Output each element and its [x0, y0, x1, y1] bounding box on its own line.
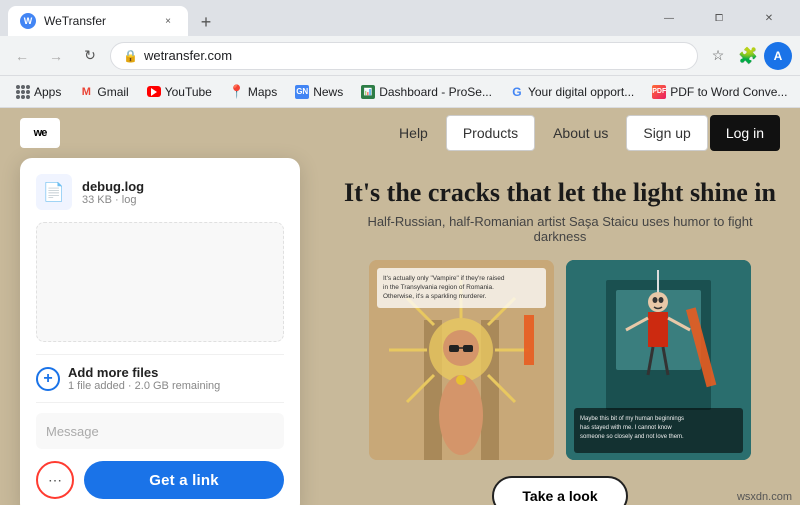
take-look-button[interactable]: Take a look — [492, 476, 627, 505]
page-subheadline: Half-Russian, half-Romanian artist Saşa … — [340, 214, 780, 244]
file-name: debug.log — [82, 179, 284, 194]
webpage: we Help Products About us Sign up Log in… — [0, 108, 800, 505]
bookmark-dashboard[interactable]: 📊 Dashboard - ProSe... — [353, 80, 500, 104]
dashboard-icon: 📊 — [361, 85, 375, 99]
main-content: It's the cracks that let the light shine… — [320, 158, 800, 505]
wt-header: we Help Products About us Sign up Log in — [0, 108, 800, 158]
svg-text:in the Transylvania region of: in the Transylvania region of Romania. — [383, 284, 494, 291]
file-info: debug.log 33 KB · log — [82, 179, 284, 206]
tab-close-button[interactable]: × — [160, 13, 176, 29]
artwork-card-left[interactable]: It's actually only "Vampire" if they're … — [369, 260, 554, 460]
message-input-area[interactable]: Message — [36, 413, 284, 449]
add-more-text-block: Add more files 1 file added · 2.0 GB rem… — [68, 365, 220, 392]
maximize-button[interactable]: ⧠ — [696, 3, 742, 33]
page-headline: It's the cracks that let the light shine… — [344, 178, 776, 208]
add-more-label: Add more files — [68, 365, 220, 380]
title-bar: W WeTransfer × + — ⧠ ✕ — [0, 0, 800, 36]
bookmark-gmail[interactable]: M Gmail — [71, 80, 136, 104]
tab-favicon: W — [20, 13, 36, 29]
options-button[interactable]: ⋯ — [36, 461, 74, 499]
bookmark-gmail-label: Gmail — [97, 85, 128, 99]
svg-text:someone so closely and not lov: someone so closely and not love them. — [580, 434, 684, 440]
artwork-row: It's actually only "Vampire" if they're … — [369, 260, 751, 460]
tab-title: WeTransfer — [44, 14, 152, 28]
wt-logo-text: we — [34, 127, 47, 139]
file-type-separator: · — [115, 194, 122, 206]
pdf-icon: PDF — [652, 85, 666, 99]
bookmark-apps-label: Apps — [34, 85, 61, 99]
star-button[interactable]: ☆ — [704, 42, 732, 70]
svg-text:It's actually only "Vampire" i: It's actually only "Vampire" if they're … — [383, 275, 505, 282]
lock-icon: 🔒 — [123, 49, 138, 63]
bookmark-pdf-label: PDF to Word Conve... — [670, 85, 787, 99]
refresh-button[interactable]: ↻ — [76, 42, 104, 70]
bookmark-news[interactable]: GN News — [287, 80, 351, 104]
svg-text:Maybe this bit of my human beg: Maybe this bit of my human beginnings — [580, 416, 684, 422]
svg-text:Otherwise, it's a sparkling mu: Otherwise, it's a sparkling murderer. — [383, 293, 487, 300]
nav-icons: ☆ 🧩 A — [704, 42, 792, 70]
bookmark-maps[interactable]: 📍 Maps — [222, 80, 285, 104]
bookmark-youtube[interactable]: YouTube — [139, 80, 220, 104]
about-nav-button[interactable]: About us — [537, 115, 624, 151]
maps-icon: 📍 — [230, 85, 244, 99]
products-nav-button[interactable]: Products — [446, 115, 535, 151]
bookmark-google[interactable]: G Your digital opport... — [502, 80, 642, 104]
google-icon: G — [510, 85, 524, 99]
help-nav-button[interactable]: Help — [383, 115, 444, 151]
file-type-icon: 📄 — [36, 174, 72, 210]
status-bar: wsxdn.com — [729, 489, 800, 505]
file-meta: 33 KB · log — [82, 194, 284, 206]
bookmark-dashboard-label: Dashboard - ProSe... — [379, 85, 492, 99]
file-preview-area — [36, 222, 284, 342]
bookmark-maps-label: Maps — [248, 85, 277, 99]
active-tab[interactable]: W WeTransfer × — [8, 6, 188, 36]
nav-bar: ← → ↻ 🔒 wetransfer.com ☆ 🧩 A — [0, 36, 800, 76]
bookmark-pdf[interactable]: PDF PDF to Word Conve... — [644, 80, 795, 104]
wt-nav: Help Products About us Sign up Log in — [383, 115, 780, 151]
minimize-button[interactable]: — — [646, 3, 692, 33]
artwork-svg-left: It's actually only "Vampire" if they're … — [369, 260, 554, 460]
svg-text:has stayed with me. I cannot k: has stayed with me. I cannot know — [580, 425, 672, 431]
url-text: wetransfer.com — [144, 48, 685, 63]
add-circle-icon: + — [36, 367, 60, 391]
new-tab-button[interactable]: + — [192, 8, 220, 36]
file-item: 📄 debug.log 33 KB · log — [36, 174, 284, 210]
bottom-actions: ⋯ Get a link — [36, 461, 284, 499]
apps-icon — [16, 85, 30, 99]
news-icon: GN — [295, 85, 309, 99]
wt-logo[interactable]: we — [20, 118, 60, 148]
profile-button[interactable]: A — [764, 42, 792, 70]
artwork-card-right[interactable]: Maybe this bit of my human beginnings ha… — [566, 260, 751, 460]
gmail-icon: M — [79, 85, 93, 99]
back-button[interactable]: ← — [8, 42, 36, 70]
tab-area: W WeTransfer × + — [8, 0, 638, 36]
file-type: log — [122, 194, 137, 206]
get-link-button[interactable]: Get a link — [84, 461, 284, 499]
file-size: 33 KB — [82, 194, 112, 206]
bookmark-google-label: Your digital opport... — [528, 85, 634, 99]
bookmark-youtube-label: YouTube — [165, 85, 212, 99]
message-placeholder: Message — [46, 424, 99, 439]
upload-panel: 📄 debug.log 33 KB · log + Add more files… — [20, 158, 300, 505]
youtube-icon — [147, 85, 161, 99]
forward-button[interactable]: → — [42, 42, 70, 70]
bookmark-apps[interactable]: Apps — [8, 80, 69, 104]
browser-frame: W WeTransfer × + — ⧠ ✕ ← → ↻ 🔒 wetransfe… — [0, 0, 800, 505]
address-bar[interactable]: 🔒 wetransfer.com — [110, 42, 698, 70]
artwork-svg-right: Maybe this bit of my human beginnings ha… — [566, 260, 751, 460]
extension-button[interactable]: 🧩 — [734, 42, 762, 70]
bookmark-news-label: News — [313, 85, 343, 99]
bookmarks-bar: Apps M Gmail YouTube 📍 Maps GN News — [0, 76, 800, 108]
add-more-sublabel: 1 file added · 2.0 GB remaining — [68, 380, 220, 392]
add-more-files-row[interactable]: + Add more files 1 file added · 2.0 GB r… — [36, 354, 284, 403]
signup-nav-button[interactable]: Sign up — [626, 115, 707, 151]
window-controls: — ⧠ ✕ — [646, 3, 792, 33]
login-nav-button[interactable]: Log in — [710, 115, 780, 151]
close-window-button[interactable]: ✕ — [746, 3, 792, 33]
